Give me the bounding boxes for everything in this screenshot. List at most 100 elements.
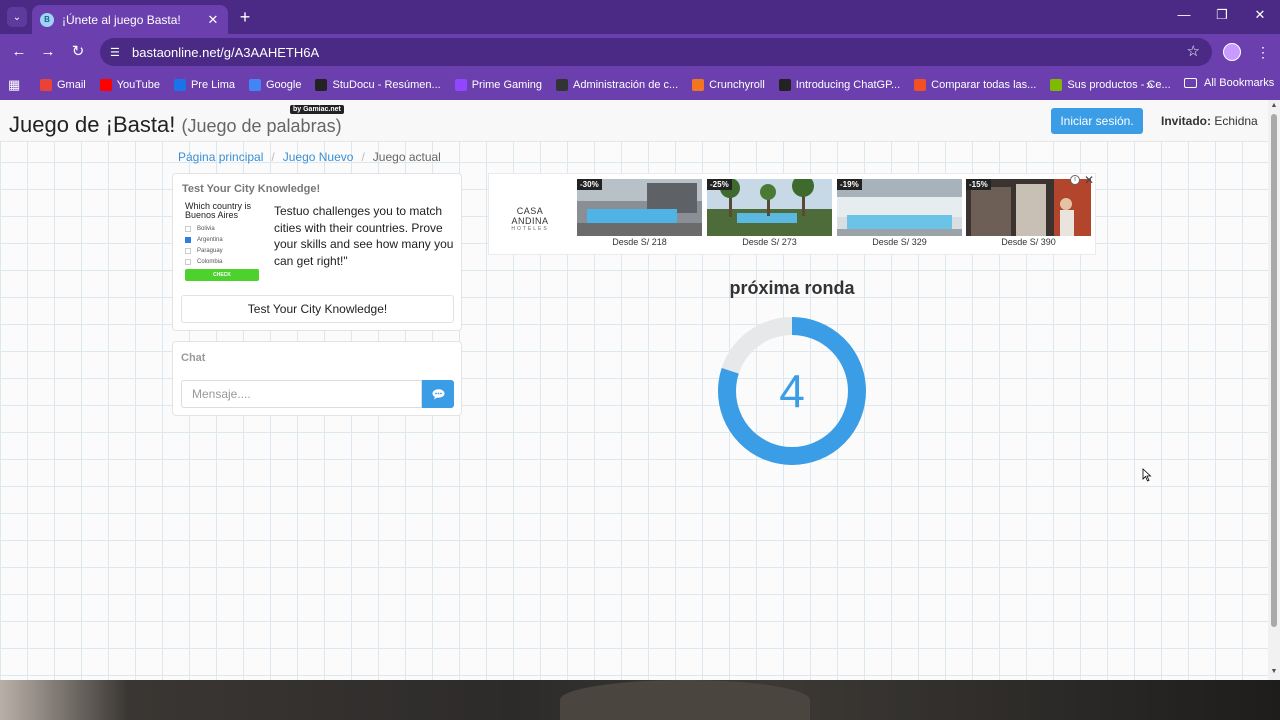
banner-brand-sub: HOTELES (511, 226, 549, 232)
profile-avatar[interactable] (1223, 43, 1241, 61)
forward-icon[interactable]: → (39, 43, 57, 61)
apps-grid-icon[interactable]: ▦ (8, 77, 24, 93)
quiz-check-button: CHECK (185, 269, 259, 281)
scroll-up-icon[interactable]: ▲ (1270, 102, 1278, 109)
quiz-option: Paraguay (185, 245, 265, 256)
site-title-sub: (Juego de palabras) (181, 116, 342, 136)
hotel-offer-1[interactable]: -30% Desde S/ 218 (577, 179, 702, 247)
casa-andina-logo: CASA ANDINA HOTELES (498, 206, 562, 232)
ad-cta-button[interactable]: Test Your City Knowledge! (181, 295, 454, 323)
scroll-thumb[interactable] (1271, 114, 1277, 627)
bookmark-star-icon[interactable]: ☆ (1187, 42, 1200, 60)
web-page: Juego de ¡Basta! (Juego de palabras) by … (0, 100, 1268, 680)
ad-description[interactable]: Testuo challenges you to match cities wi… (274, 203, 456, 269)
next-round-title: próxima ronda (729, 278, 855, 298)
gamiac-badge[interactable]: by Gamiac.net (290, 105, 344, 114)
offer-price: Desde S/ 390 (1001, 237, 1056, 247)
breadcrumb-current: Juego actual (372, 150, 441, 164)
gmail-icon (40, 79, 52, 91)
countdown-timer: 4 (717, 316, 867, 466)
chat-message-input[interactable]: Mensaje.... (181, 380, 422, 408)
bookmark-item[interactable]: Crunchyroll (692, 79, 765, 91)
breadcrumb-separator: / (361, 150, 365, 164)
restore-icon[interactable]: ❐ (1212, 7, 1232, 23)
active-tab[interactable]: B ¡Únete al juego Basta! ✕ (32, 5, 228, 34)
site-info-icon[interactable]: ☰ (110, 46, 122, 59)
quiz-option: Argentina (185, 234, 265, 245)
offer-price: Desde S/ 273 (742, 237, 797, 247)
scroll-down-icon[interactable]: ▼ (1270, 668, 1278, 675)
new-tab-icon[interactable]: + (236, 7, 254, 27)
tab-search-icon[interactable]: ⌄ (7, 7, 27, 27)
bookmark-item[interactable]: StuDocu - Resúmen... (315, 79, 441, 91)
site-title[interactable]: Juego de ¡Basta! (Juego de palabras) (9, 112, 342, 138)
quiz-question: Which country is Buenos Aires (185, 201, 252, 220)
webcam-person-shape (560, 680, 810, 720)
all-bookmarks-button[interactable]: All Bookmarks (1184, 77, 1274, 89)
admin-icon (556, 79, 568, 91)
bookmark-label: Google (266, 79, 302, 91)
checkbox-icon (185, 258, 191, 265)
guest-name: Echidna (1214, 114, 1258, 128)
browser-toolbar: ← → ↻ ☰ bastaonline.net/g/A3AAHETH6A ☆ ⋮ (0, 34, 1280, 70)
offer-discount: -19% (837, 179, 862, 190)
chat-title: Chat (181, 352, 206, 364)
browser-menu-icon[interactable]: ⋮ (1256, 43, 1270, 61)
offer-price: Desde S/ 218 (612, 237, 667, 247)
crunchyroll-icon (692, 79, 705, 91)
checkbox-icon (185, 225, 191, 232)
url-text: bastaonline.net/g/A3AAHETH6A (132, 44, 320, 60)
breadcrumb-home-link[interactable]: Página principal (178, 150, 263, 164)
guest-label: Invitado: (1161, 114, 1211, 128)
bookmark-item[interactable]: Administración de c... (556, 79, 678, 91)
offer-discount: -15% (966, 179, 991, 190)
bookmark-item[interactable]: Prime Gaming (454, 79, 542, 91)
more-bookmarks-icon[interactable]: » (1146, 77, 1153, 92)
bookmark-item[interactable]: Google (249, 79, 301, 91)
microsoft-icon (914, 79, 927, 91)
bookmark-label: StuDocu - Resúmen... (332, 79, 441, 91)
ad-info-icon[interactable]: i (1070, 175, 1080, 185)
bookmark-item[interactable]: YouTube (99, 79, 160, 91)
ad-heading: Test Your City Knowledge! (182, 183, 321, 195)
reload-icon[interactable]: ↻ (69, 43, 87, 61)
bookmark-item[interactable]: Pre Lima (173, 79, 235, 91)
site-header: Juego de ¡Basta! (Juego de palabras) by … (0, 100, 1268, 142)
hotel-banner-ad[interactable]: CASA ANDINA HOTELES -30% Desde S/ 218 -2… (488, 173, 1096, 255)
youtube-icon (99, 79, 112, 91)
folder-icon (1184, 78, 1197, 88)
back-icon[interactable]: ← (10, 43, 28, 61)
offer-discount: -25% (707, 179, 732, 190)
quiz-option-label: Paraguay (197, 247, 223, 254)
address-bar[interactable]: ☰ bastaonline.net/g/A3AAHETH6A ☆ (100, 38, 1212, 66)
ad-close-icon[interactable]: ✕ (1084, 173, 1094, 187)
minimize-icon[interactable]: — (1174, 7, 1194, 22)
hotel-offer-4[interactable]: -15% Desde S/ 390 (966, 179, 1091, 247)
bookmark-item[interactable]: Comparar todas las... (914, 79, 1036, 91)
breadcrumb-new-game-link[interactable]: Juego Nuevo (283, 150, 354, 164)
close-tab-icon[interactable]: ✕ (206, 12, 220, 28)
breadcrumb-separator: / (271, 150, 275, 164)
site-title-main: Juego de ¡Basta! (9, 112, 176, 137)
offer-price: Desde S/ 329 (872, 237, 927, 247)
banner-brand: CASA ANDINA (511, 206, 549, 226)
checkbox-icon (185, 247, 191, 254)
hotel-offer-3[interactable]: -19% Desde S/ 329 (837, 179, 962, 247)
login-button[interactable]: Iniciar sesión. (1051, 108, 1143, 134)
quiz-thumbnail[interactable]: Which country is Buenos Aires Bolivia Arg… (185, 202, 265, 284)
quiz-option: Bolivia (185, 223, 265, 234)
bookmarks-bar: ▦ Gmail YouTube Pre Lima Google StuDocu - Re… (0, 70, 1280, 100)
chat-send-button[interactable] (422, 380, 454, 408)
prime-gaming-icon (454, 79, 467, 91)
bookmark-label: Administración de c... (573, 79, 679, 91)
quiz-option: Colombia (185, 256, 265, 267)
close-window-icon[interactable]: ✕ (1250, 7, 1270, 23)
sponsored-quiz-panel: Test Your City Knowledge! Which country … (172, 173, 462, 331)
studocu-icon (315, 79, 328, 91)
hotel-offer-2[interactable]: -25% Desde S/ 273 (707, 179, 832, 247)
bookmark-item[interactable]: Gmail (40, 79, 86, 91)
bookmark-item[interactable]: Introducing ChatGP... (778, 79, 900, 91)
page-scrollbar[interactable]: ▲ ▼ (1268, 100, 1280, 680)
webcam-overlay (0, 680, 1280, 720)
browser-tab-bar: ⌄ B ¡Únete al juego Basta! ✕ + — ❐ ✕ (0, 0, 1280, 34)
